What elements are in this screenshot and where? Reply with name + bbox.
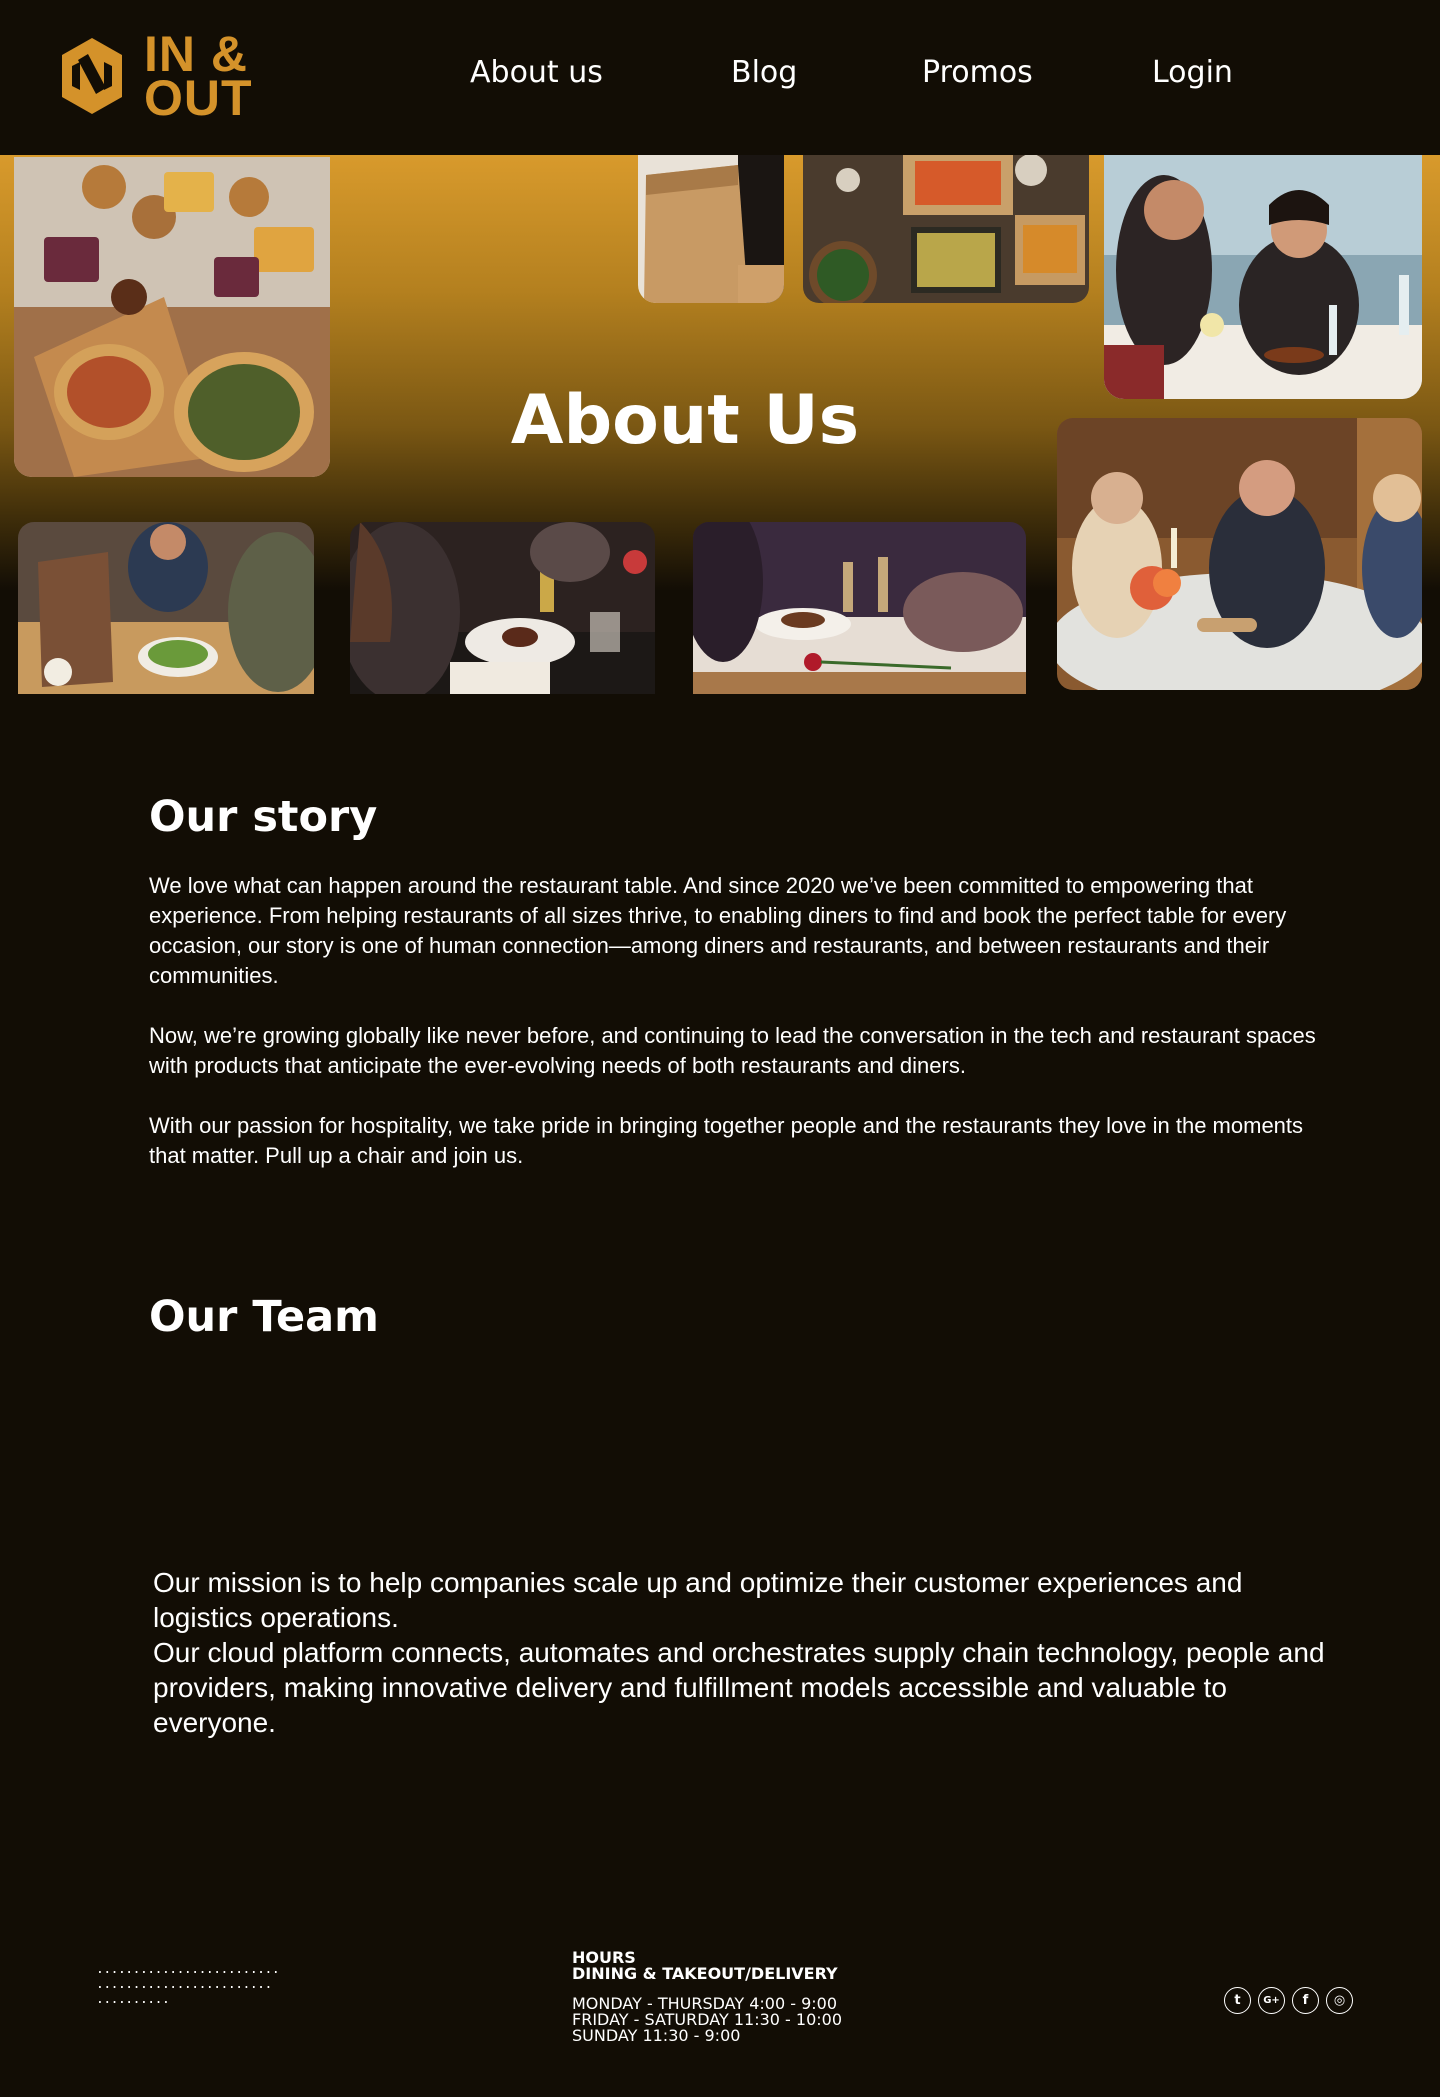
footer-placeholder-lines: ......................... ..............… bbox=[96, 1962, 280, 2007]
nav-blog-link[interactable]: Blog bbox=[731, 55, 797, 90]
logo-mark-icon bbox=[62, 38, 122, 114]
hours-line: SUNDAY 11:30 - 9:00 bbox=[572, 2026, 741, 2045]
opening-hours: HOURS DINING & TAKEOUT/DELIVERY MONDAY -… bbox=[572, 1950, 842, 2044]
google-plus-icon[interactable]: G+ bbox=[1258, 1987, 1285, 2014]
our-story-heading: Our story bbox=[149, 792, 378, 842]
instagram-icon[interactable]: ◎ bbox=[1326, 1987, 1353, 2014]
hero-title: About Us bbox=[510, 381, 860, 460]
story-paragraph: Now, we’re growing globally like never b… bbox=[149, 1023, 1316, 1078]
story-paragraph: We love what can happen around the resta… bbox=[149, 873, 1287, 988]
footer-dots-line: ........................ bbox=[96, 1977, 272, 1992]
hero-photo-couple-dining bbox=[1104, 155, 1422, 399]
our-team-heading: Our Team bbox=[149, 1292, 379, 1342]
nav-login-link[interactable]: Login bbox=[1152, 55, 1233, 90]
nav-about-us-link[interactable]: About us bbox=[470, 55, 603, 90]
our-story-text: We love what can happen around the resta… bbox=[149, 871, 1319, 1201]
mission-line: Our mission is to help companies scale u… bbox=[153, 1567, 1243, 1633]
footer-dots-line: .......... bbox=[96, 1992, 170, 2007]
hero-photo-friends-takeout bbox=[18, 522, 314, 694]
hero-photo-takeout-boxes bbox=[803, 155, 1089, 303]
hours-subheading: DINING & TAKEOUT/DELIVERY bbox=[572, 1964, 838, 1983]
story-paragraph: With our passion for hospitality, we tak… bbox=[149, 1113, 1304, 1168]
hours-times: MONDAY - THURSDAY 4:00 - 9:00 FRIDAY - S… bbox=[572, 1996, 842, 2044]
hero-photo-romantic-rose bbox=[693, 522, 1026, 694]
hero-banner: About Us bbox=[0, 155, 1440, 700]
hero-photo-dessert-wine bbox=[350, 522, 655, 694]
brand-name-line2: OUT bbox=[144, 70, 253, 126]
facebook-icon[interactable]: f bbox=[1292, 1987, 1319, 2014]
top-navigation: IN & OUT About us Blog Promos Login bbox=[0, 0, 1440, 155]
nav-promos-link[interactable]: Promos bbox=[922, 55, 1033, 90]
mission-line: Our cloud platform connects, automates a… bbox=[153, 1637, 1325, 1738]
brand-logo[interactable]: IN & OUT bbox=[58, 29, 253, 126]
brand-wordmark: IN & OUT bbox=[144, 29, 253, 126]
mission-statement: Our mission is to help companies scale u… bbox=[153, 1565, 1333, 1740]
social-links: t G+ f ◎ bbox=[1224, 1987, 1353, 2014]
twitter-icon[interactable]: t bbox=[1224, 1987, 1251, 2014]
hero-photo-takeout-bag bbox=[638, 155, 784, 303]
footer-dots-line: ......................... bbox=[96, 1962, 280, 1977]
